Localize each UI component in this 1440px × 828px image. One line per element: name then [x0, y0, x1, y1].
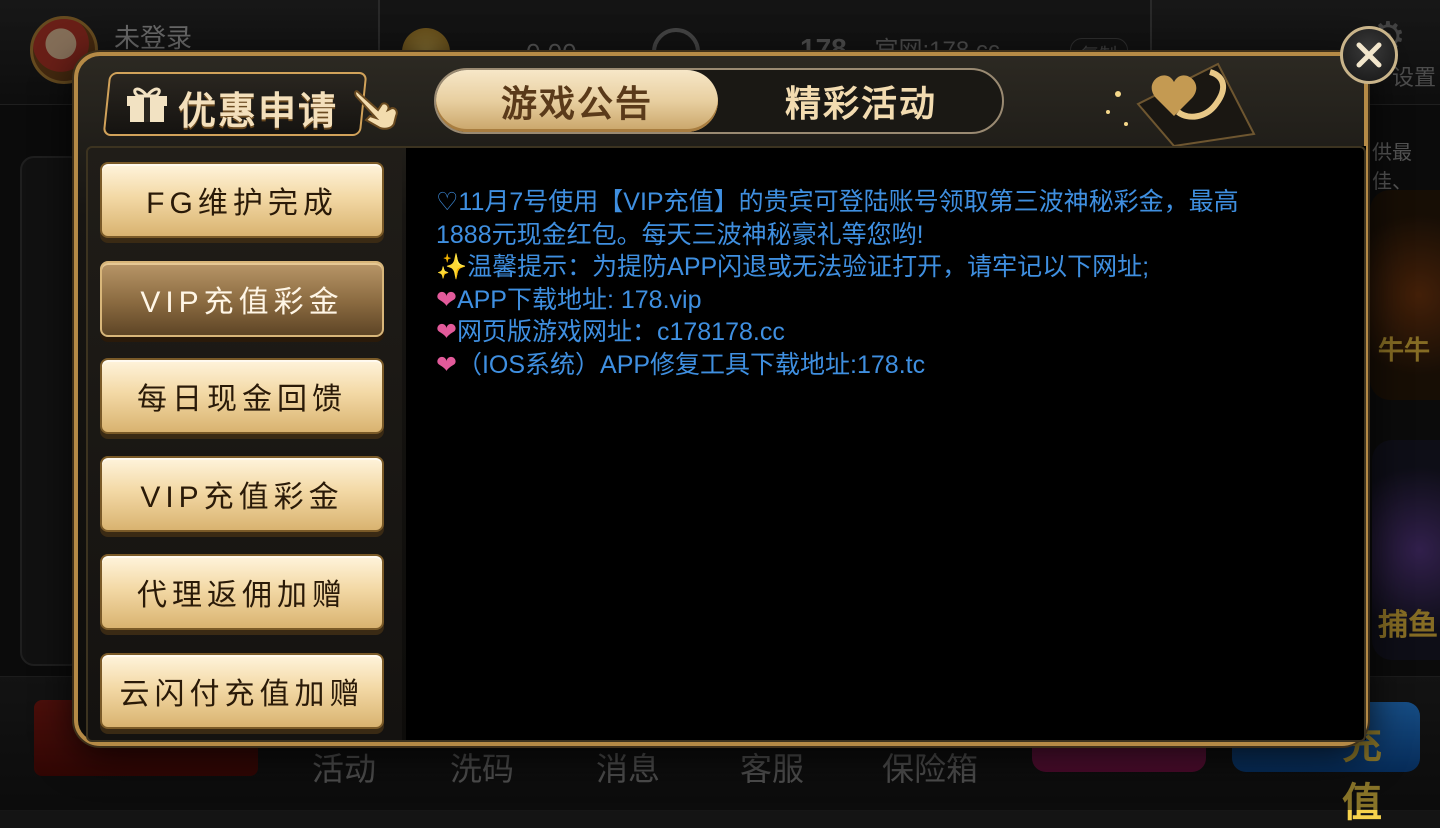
menu-item-agent-commission[interactable]: 代理返佣加赠: [100, 554, 384, 630]
modal-title: 优惠申请: [178, 91, 339, 133]
notice-line-3: ✨温馨提示：为提防APP闪退或无法验证打开，请牢记以下网址;: [436, 251, 1336, 284]
menu-item-vip-recharge-bonus[interactable]: VIP充值彩金: [100, 261, 384, 337]
notice-text: ♡11月7号使用【VIP充值】的贵宾可登陆账号领取第三波神秘彩金，最高 1888…: [436, 186, 1336, 382]
notice-line-5: ❤网页版游戏网址：c178178.cc: [436, 316, 1336, 349]
notice-line-6: ❤（IOS系统）APP修复工具下载地址:178.tc: [436, 349, 1336, 382]
close-icon: [1356, 42, 1382, 68]
ios-repair-tool-link[interactable]: （IOS系统）APP修复工具下载地址:178.tc: [457, 351, 925, 379]
app-download-link[interactable]: APP下载地址: 178.vip: [457, 286, 702, 314]
notice-line-1-text: 11月7号使用【VIP充值】的贵宾可登陆账号领取第三波神秘彩金，最高: [458, 188, 1239, 216]
menu-item-daily-cashback[interactable]: 每日现金回馈: [100, 358, 384, 434]
close-button[interactable]: [1340, 26, 1398, 84]
menu-item-fg-maintenance[interactable]: FG维护完成: [100, 162, 384, 238]
sparkle-icon: ✨: [436, 253, 468, 282]
heart-outline-icon: ♡: [436, 188, 459, 216]
notice-line-3-text: 温馨提示：为提防APP闪退或无法验证打开，请牢记以下网址;: [467, 253, 1150, 282]
gift-icon: [127, 87, 167, 122]
menu-item-vip-recharge-bonus-2[interactable]: VIP充值彩金: [100, 456, 384, 532]
tab-activities[interactable]: 精彩活动: [720, 70, 1002, 132]
heart-icon: ❤: [436, 318, 457, 347]
notice-line-4: ❤APP下载地址: 178.vip: [436, 284, 1336, 317]
heart-icon: ❤: [436, 350, 457, 379]
pointing-hand-icon: [354, 90, 398, 130]
tab-game-notice[interactable]: 游戏公告: [436, 70, 718, 132]
web-game-link[interactable]: 网页版游戏网址：c178178.cc: [457, 318, 785, 346]
notice-line-1: ♡11月7号使用【VIP充值】的贵宾可登陆账号领取第三波神秘彩金，最高: [436, 186, 1336, 219]
spade-card-decoration-icon: [1106, 62, 1256, 146]
heart-icon: ❤: [436, 285, 457, 314]
notice-line-2: 1888元现金红包。每天三波神秘豪礼等您哟!: [436, 220, 924, 249]
menu-item-unionpay-bonus[interactable]: 云闪付充值加赠: [100, 653, 384, 729]
